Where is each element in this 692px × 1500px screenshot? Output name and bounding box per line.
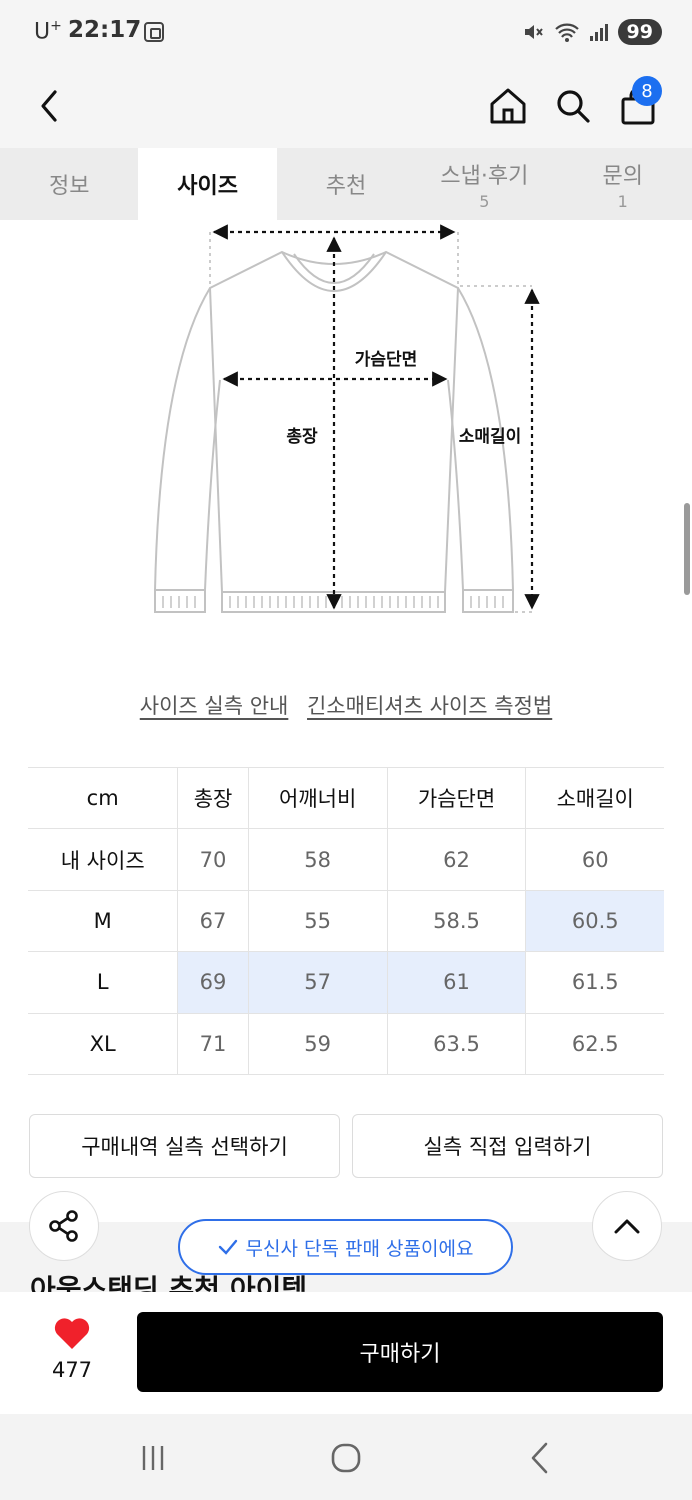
check-icon <box>218 1239 237 1255</box>
like-count: 477 <box>51 1358 93 1382</box>
wifi-icon <box>554 23 579 42</box>
status-bar: U+ 22:17 99 <box>0 0 692 64</box>
tab-inquiry[interactable]: 문의 1 <box>554 148 692 220</box>
size-table: cm 총장 어깨너비 가슴단면 소매길이 내 사이즈 70 58 62 60 M… <box>28 766 664 1075</box>
guide-lines <box>209 232 532 613</box>
table-header-row: cm 총장 어깨너비 가슴단면 소매길이 <box>28 766 664 830</box>
scroll-top-button[interactable] <box>592 1191 662 1261</box>
back-nav-button[interactable] <box>520 1438 560 1478</box>
table-cell: 70 <box>177 828 249 891</box>
exclusive-notice-text: 무신사 단독 판매 상품이에요 <box>245 1237 474 1260</box>
table-header: 소매길이 <box>525 766 664 830</box>
table-header: 총장 <box>177 766 249 830</box>
measure-method-link[interactable]: 긴소매티셔츠 사이즈 측정법 <box>307 694 552 718</box>
table-row: L 69 57 61 61.5 <box>28 951 664 1014</box>
table-cell-match: 57 <box>248 951 388 1014</box>
home-button[interactable] <box>480 78 536 134</box>
scrollbar[interactable] <box>684 503 690 595</box>
table-cell: 71 <box>177 1013 249 1075</box>
size-diagram: 가슴단면 총장 소매길이 <box>153 224 540 613</box>
table-row: XL 71 59 63.5 62.5 <box>28 1013 664 1075</box>
table-cell: 62.5 <box>525 1013 664 1075</box>
table-cell: 63.5 <box>387 1013 527 1075</box>
table-cell-match: 60.5 <box>525 890 664 953</box>
status-time: 22:17 <box>68 17 142 43</box>
table-cell: 62 <box>387 828 527 891</box>
purchase-bar: 477 구매하기 <box>0 1292 692 1414</box>
table-header: 가슴단면 <box>387 766 527 830</box>
tab-count: 1 <box>617 191 628 211</box>
product-tabs: 정보 사이즈 추천 스냅·후기 5 문의 1 <box>0 148 692 220</box>
measurement-arrows <box>212 224 540 610</box>
size-guide-links: 사이즈 실측 안내 긴소매티셔츠 사이즈 측정법 <box>0 690 692 720</box>
chevron-up-icon <box>614 1219 640 1234</box>
tab-recommend[interactable]: 추천 <box>277 148 415 220</box>
row-label: L <box>28 951 179 1014</box>
signal-icon <box>589 24 608 41</box>
share-button[interactable] <box>29 1191 99 1261</box>
carrier-label: U+ <box>34 18 62 45</box>
home-icon <box>490 88 526 124</box>
table-cell: 67 <box>177 890 249 953</box>
table-cell: 58.5 <box>387 890 527 953</box>
length-label: 총장 <box>286 427 318 447</box>
tab-snap-review[interactable]: 스냅·후기 5 <box>415 148 553 220</box>
share-icon <box>49 1210 78 1242</box>
home-circle-icon <box>331 1443 361 1473</box>
table-cell: 61.5 <box>525 951 664 1014</box>
like-button[interactable]: 477 <box>42 1316 102 1382</box>
table-cell: 55 <box>248 890 388 953</box>
direct-input-button[interactable]: 실측 직접 입력하기 <box>352 1114 663 1178</box>
actual-size-guide-link[interactable]: 사이즈 실측 안내 <box>140 694 289 718</box>
battery-badge: 99 <box>617 19 662 45</box>
recent-apps-button[interactable] <box>133 1438 173 1478</box>
table-header: cm <box>28 766 179 830</box>
mute-icon <box>524 25 543 39</box>
exclusive-notice-pill[interactable]: 무신사 단독 판매 상품이에요 <box>178 1219 513 1275</box>
table-row: M 67 55 58.5 60.5 <box>28 890 664 953</box>
buy-button[interactable]: 구매하기 <box>137 1312 663 1392</box>
row-label: M <box>28 890 179 953</box>
table-cell: 60 <box>525 828 664 891</box>
table-cell: 59 <box>248 1013 388 1075</box>
search-button[interactable] <box>545 78 601 134</box>
app-header <box>0 64 692 148</box>
tab-count: 5 <box>479 191 490 211</box>
sleeve-label: 소매길이 <box>459 427 522 447</box>
table-header: 어깨너비 <box>248 766 388 830</box>
search-icon <box>557 90 590 123</box>
heart-icon <box>54 1318 90 1349</box>
table-cell-match: 61 <box>387 951 527 1014</box>
screen-capture-icon <box>144 22 164 42</box>
chest-label: 가슴단면 <box>355 350 418 370</box>
tab-info[interactable]: 정보 <box>0 148 138 220</box>
home-nav-button[interactable] <box>326 1438 366 1478</box>
recent-apps-icon <box>142 1446 164 1470</box>
status-indicators: 99 <box>522 17 662 47</box>
table-row: 내 사이즈 70 58 62 60 <box>28 828 664 891</box>
cart-count-badge: 8 <box>632 76 662 106</box>
back-button[interactable] <box>22 78 78 134</box>
select-purchase-history-button[interactable]: 구매내역 실측 선택하기 <box>29 1114 340 1178</box>
row-label: 내 사이즈 <box>28 828 179 891</box>
back-nav-icon <box>531 1442 548 1474</box>
table-cell: 58 <box>248 828 388 891</box>
chevron-left-icon <box>41 90 57 122</box>
system-navigation-bar <box>0 1414 692 1500</box>
row-label: XL <box>28 1013 179 1075</box>
table-cell-match: 69 <box>177 951 249 1014</box>
tab-size[interactable]: 사이즈 <box>138 148 277 220</box>
